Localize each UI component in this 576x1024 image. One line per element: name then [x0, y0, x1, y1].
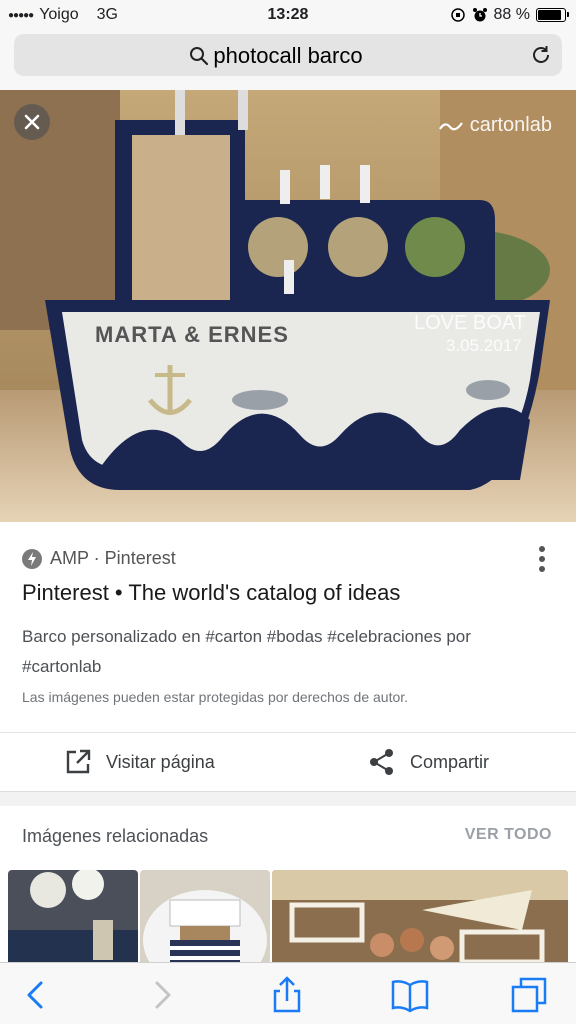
tabs-icon[interactable] — [510, 975, 550, 1015]
back-icon[interactable] — [16, 975, 56, 1015]
share-button[interactable]: Compartir — [368, 748, 489, 776]
related-thumbnails — [8, 870, 568, 966]
visit-page-label: Visitar página — [106, 751, 215, 772]
brand-logo-icon — [439, 122, 464, 131]
related-images-section: Imágenes relacionadas VER TODO — [0, 806, 576, 966]
boat-date-text: 3.05.2017 — [446, 336, 522, 355]
more-options-icon[interactable] — [538, 546, 546, 576]
hero-photo — [0, 90, 576, 522]
browser-toolbar — [0, 962, 576, 1024]
search-query[interactable]: photocall barco — [14, 43, 562, 69]
reload-icon[interactable] — [530, 44, 552, 66]
divider — [0, 732, 576, 733]
result-title[interactable]: Pinterest • The world's catalog of ideas — [22, 580, 400, 606]
close-button[interactable] — [14, 104, 50, 140]
share-icon — [370, 749, 393, 775]
share-sheet-icon[interactable] — [267, 975, 307, 1015]
related-images-title: Imágenes relacionadas — [22, 826, 209, 846]
status-bar: ●●●●● Yoigo 3G 13:28 88 % — [0, 0, 576, 30]
orientation-lock-icon — [450, 8, 465, 22]
boat-slogan-text: LOVE BOAT — [414, 312, 526, 334]
address-bar-area: photocall barco — [0, 30, 576, 90]
share-label: Compartir — [410, 751, 490, 772]
related-thumbnail[interactable] — [272, 870, 568, 966]
close-icon — [24, 114, 40, 130]
boat-name-text: MARTA & ERNES — [95, 322, 289, 347]
visit-page-button[interactable]: Visitar página — [64, 748, 215, 776]
source-label: AMP · Pinterest — [50, 548, 176, 568]
result-card: AMP · Pinterest Pinterest • The world's … — [0, 522, 576, 792]
brand-watermark: cartonlab — [438, 114, 552, 137]
see-all-link[interactable]: VER TODO — [465, 826, 552, 844]
alarm-icon — [472, 8, 487, 22]
hero-image[interactable]: cartonlab MARTA & ERNES LOVE BOAT 3.05.2… — [0, 90, 576, 522]
status-right: 88 % — [450, 6, 569, 24]
open-external-icon — [66, 749, 91, 774]
search-box[interactable]: photocall barco — [14, 34, 562, 76]
brand-name: cartonlab — [469, 114, 552, 136]
forward-icon[interactable] — [142, 975, 182, 1015]
amp-icon — [22, 548, 42, 569]
related-thumbnail[interactable] — [8, 870, 138, 966]
result-description: Barco personalizado en #carton #bodas #c… — [22, 627, 471, 676]
related-thumbnail[interactable] — [140, 870, 270, 966]
battery-percent: 88 % — [493, 6, 530, 23]
copyright-note: Las imágenes pueden estar protegidas por… — [22, 689, 409, 705]
result-source: AMP · Pinterest — [22, 548, 176, 569]
battery-fill — [538, 10, 561, 20]
battery-icon — [536, 8, 569, 22]
bookmarks-icon[interactable] — [390, 975, 430, 1015]
